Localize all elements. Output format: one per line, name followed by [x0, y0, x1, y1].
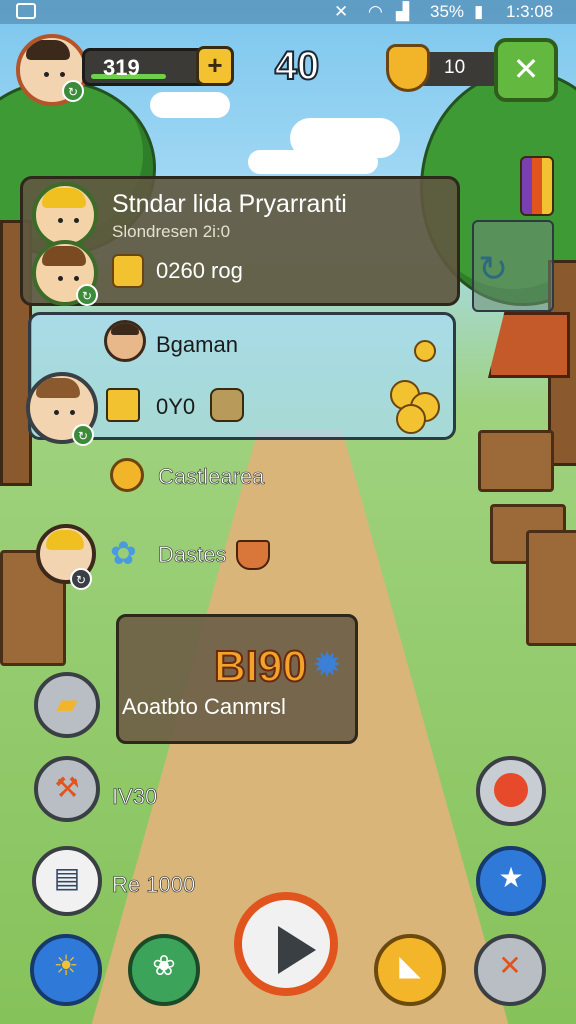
panel-value: 0260 rog: [156, 258, 243, 283]
coin-icon: [396, 404, 426, 434]
add-xp-button[interactable]: +: [196, 46, 234, 86]
tools-button[interactable]: ⚒: [34, 756, 100, 822]
favorite-button[interactable]: ★: [476, 846, 546, 916]
shop-button[interactable]: ◣: [374, 934, 446, 1006]
crossed-swords-icon: ✕: [512, 51, 540, 87]
panel-second-value: 0Y0: [156, 394, 196, 419]
tools-label: IV30: [112, 784, 158, 810]
cone-icon: ◣: [399, 950, 421, 981]
record-icon: [494, 772, 528, 807]
battery-percent: 35%: [430, 2, 465, 21]
side-panel[interactable]: ↻: [472, 220, 554, 312]
gear-creature-icon: ✹: [312, 644, 343, 685]
sun-gear-icon: ☀: [53, 950, 79, 981]
document-icon: ▤: [53, 862, 81, 893]
friend-avatar-1: [32, 182, 98, 248]
hut-roof: [488, 312, 570, 378]
pot-icon: [236, 540, 270, 570]
cog-icon: [110, 458, 144, 492]
clock: 1:3:08: [506, 2, 554, 21]
garden-button[interactable]: ❀: [128, 934, 200, 1006]
fence-right-lower: [526, 530, 576, 646]
npc-avatar: [104, 320, 146, 362]
play-icon: [278, 926, 316, 974]
crossed-tools-icon: ✕: [498, 950, 522, 981]
coin-icon: [414, 340, 436, 362]
reward-amount: BI90: [213, 641, 308, 692]
hammer-icon: ⚒: [54, 772, 80, 803]
cloud: [248, 150, 378, 174]
villager-badge: ↻: [70, 568, 92, 590]
reward-caption: Aoatbto Canmrsl: [122, 694, 286, 719]
settings-button[interactable]: ☀: [30, 934, 102, 1006]
panel-subtitle: Slondresen 2i:0: [112, 222, 231, 241]
panel-title: Stndar lida Pryarranti: [112, 190, 347, 218]
shield-icon: [386, 44, 430, 92]
record-button[interactable]: [476, 756, 546, 826]
cloud: [150, 92, 230, 118]
battery-icon: ▮: [474, 2, 484, 21]
friend-badge: ↻: [76, 284, 98, 306]
hut: [478, 430, 554, 492]
star-icon: ★: [498, 862, 524, 893]
battle-button[interactable]: ✕: [474, 934, 546, 1006]
notification-icon: [16, 3, 36, 19]
xp-value: 319: [103, 55, 140, 80]
pencils-icon: [520, 156, 554, 216]
wifi-icon: ◠: [368, 2, 383, 21]
center-counter: 40: [274, 43, 321, 89]
play-button[interactable]: [234, 892, 338, 996]
status-bar: ✕ ◠ ▟ 35% ▮ 1:3:08: [0, 0, 576, 24]
npc-name: Bgaman: [156, 332, 238, 357]
refresh-icon: ↻: [478, 248, 509, 289]
scroll-icon: [210, 388, 244, 422]
quests-label: Re 1000: [112, 872, 196, 898]
player-small-badge: ↻: [72, 424, 94, 446]
player-level-badge: ↻: [62, 80, 84, 102]
list-item-dastes[interactable]: Dastes: [158, 542, 227, 568]
inventory-button[interactable]: ▰: [34, 672, 100, 738]
flower-icon: ✿: [110, 535, 137, 571]
lantern-icon: [106, 388, 140, 422]
list-item-castlearea[interactable]: Castlearea: [158, 464, 265, 490]
game-scene: ✕ ◠ ▟ 35% ▮ 1:3:08 ↻ 319 + 40 10 ✕ ↻ Stn…: [0, 0, 576, 1024]
coins-icon: [112, 254, 144, 288]
signal-icon: ▟: [396, 2, 410, 21]
crossed-swords-button[interactable]: ✕: [494, 38, 558, 102]
bag-icon: ▰: [56, 688, 78, 719]
mute-icon: ✕: [334, 2, 349, 21]
plant-icon: ❀: [152, 950, 176, 981]
shield-value: 10: [444, 57, 466, 78]
quests-button[interactable]: ▤: [32, 846, 102, 916]
